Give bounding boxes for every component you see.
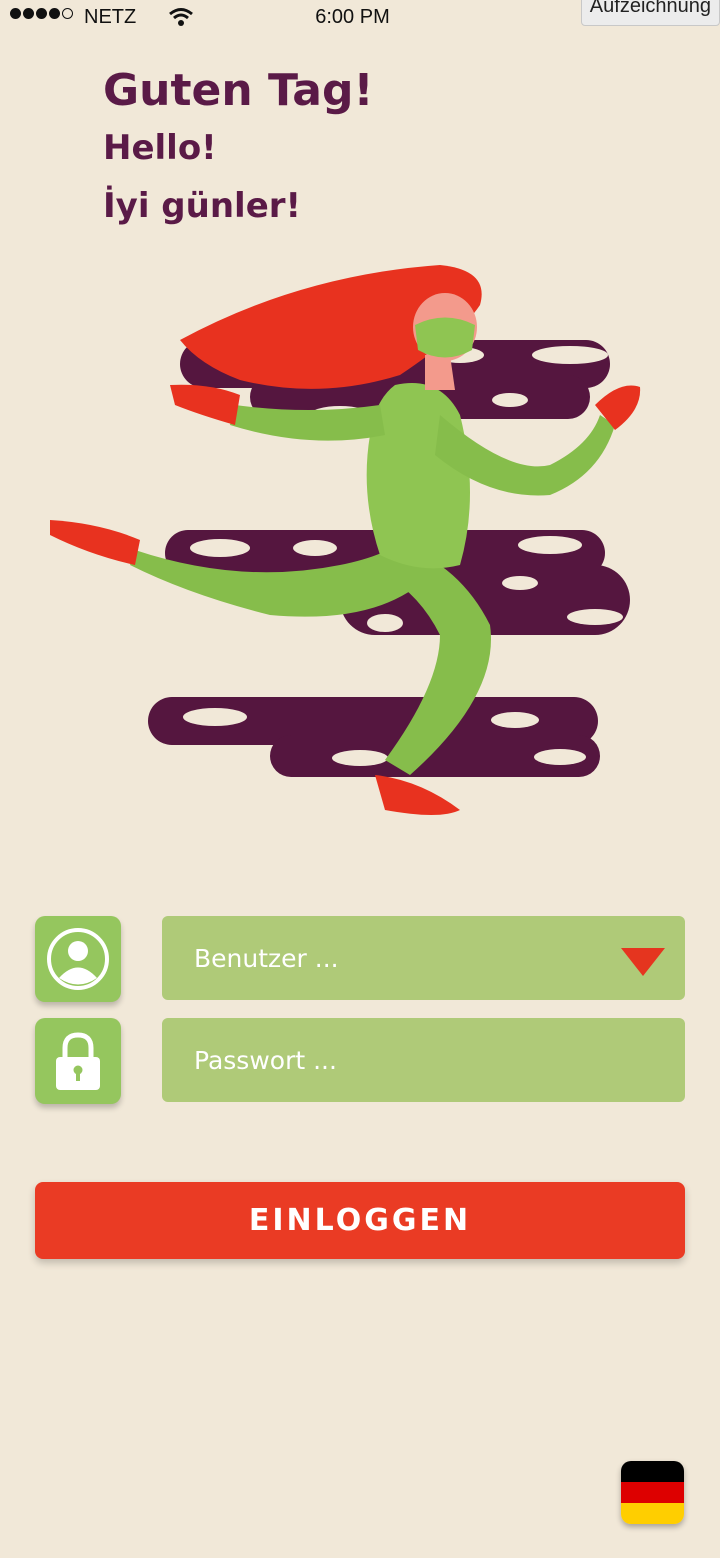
status-bar: NETZ 6:00 PM Aufzeichnung	[0, 0, 720, 36]
greeting-turkish: İyi günler!	[103, 186, 302, 226]
greeting: Guten Tag! Hello! İyi günler!	[103, 62, 374, 236]
password-placeholder: Passwort ...	[194, 1045, 337, 1075]
login-button[interactable]: EINLOGGEN	[35, 1182, 685, 1259]
username-field[interactable]: Benutzer ...	[162, 916, 685, 1000]
german-flag-icon[interactable]	[621, 1461, 684, 1524]
greeting-english: Hello!	[103, 128, 217, 168]
greeting-german: Guten Tag!	[103, 65, 374, 116]
running-woman-illustration	[50, 265, 641, 815]
recording-badge: Aufzeichnung	[580, 0, 720, 26]
lock-icon-box	[35, 1018, 121, 1104]
caret-down-icon[interactable]	[621, 948, 665, 976]
user-icon	[47, 928, 109, 990]
user-icon-box	[35, 916, 121, 1002]
username-placeholder: Benutzer ...	[194, 943, 339, 973]
lock-icon	[56, 1032, 100, 1090]
password-field[interactable]: Passwort ...	[162, 1018, 685, 1102]
